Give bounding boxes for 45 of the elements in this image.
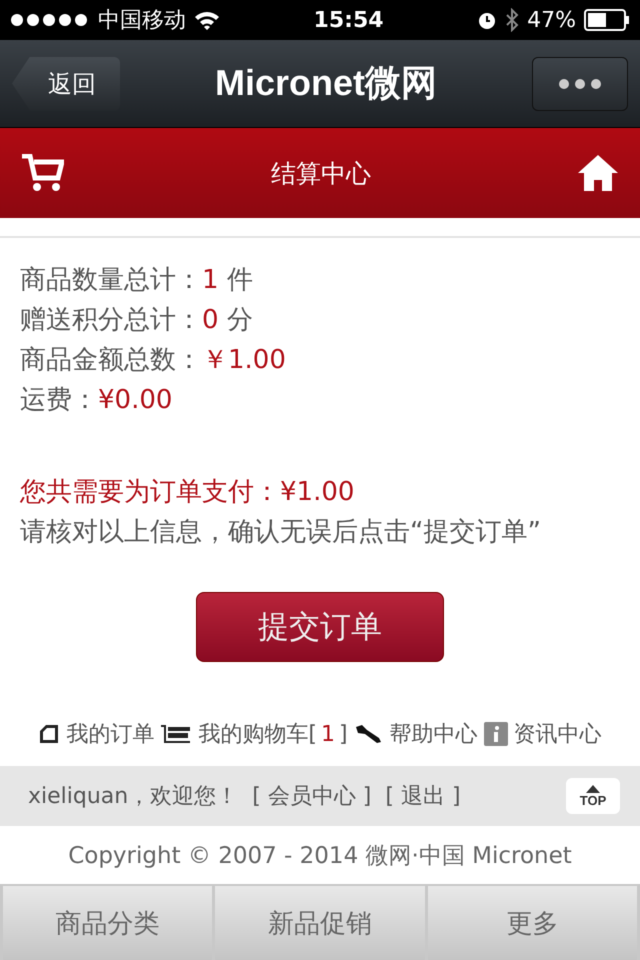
info-icon bbox=[484, 722, 508, 746]
summary-label: 商品数量总计： bbox=[20, 265, 202, 295]
footer-link[interactable]: 资讯中心 bbox=[514, 719, 602, 749]
summary-value: 0 bbox=[202, 305, 219, 335]
alarm-icon bbox=[477, 10, 498, 30]
more-button[interactable] bbox=[532, 56, 628, 110]
wrench-icon bbox=[354, 723, 384, 745]
summary-unit: 件 bbox=[226, 265, 253, 295]
footer-link[interactable]: 我的购物车[ 1 ] bbox=[198, 719, 348, 749]
clock-time: 15:54 bbox=[314, 8, 384, 32]
footer-link[interactable]: 我的订单 bbox=[66, 719, 154, 749]
welcome-text: xieliquan，欢迎您！ bbox=[28, 783, 238, 811]
home-icon[interactable] bbox=[578, 155, 618, 191]
page-title: 结算中心 bbox=[271, 158, 371, 190]
summary-value: ￥1.00 bbox=[202, 345, 286, 375]
summary-label: 赠送积分总计： bbox=[20, 305, 202, 335]
battery-percent: 47% bbox=[527, 8, 576, 32]
dots-icon bbox=[558, 78, 602, 90]
summary-label: 商品金额总数： bbox=[20, 345, 202, 375]
tab-bar-item[interactable]: 更多 bbox=[428, 886, 637, 960]
total-payable: 您共需要为订单支付：¥1.00 bbox=[20, 476, 356, 509]
signal-icon bbox=[10, 13, 90, 27]
copyright-text: Copyright © 2007 - 2014 微网·中国 Micronet bbox=[67, 842, 573, 870]
summary-value: ¥0.00 bbox=[98, 385, 172, 415]
battery-icon bbox=[584, 9, 630, 31]
wifi-icon bbox=[194, 10, 220, 30]
bluetooth-icon bbox=[505, 8, 520, 32]
cart-icon bbox=[160, 723, 192, 745]
account-link[interactable]: [ 会员中心 ] bbox=[252, 781, 372, 811]
summary-label: 运费： bbox=[20, 385, 98, 415]
app-title: Micronet微网 bbox=[214, 61, 437, 105]
submit-order-button[interactable]: 提交订单 bbox=[196, 592, 444, 662]
tab-bar-item[interactable]: 新品促销 bbox=[215, 886, 425, 960]
document-icon bbox=[38, 723, 60, 745]
account-link[interactable]: [ 退出 ] bbox=[385, 781, 461, 811]
back-button[interactable]: 返回 bbox=[12, 56, 120, 110]
cart-icon[interactable] bbox=[22, 154, 64, 192]
back-to-top-button[interactable]: TOP bbox=[566, 778, 620, 814]
summary-unit: 分 bbox=[226, 305, 253, 335]
carrier-name: 中国移动 bbox=[98, 7, 186, 35]
confirm-notice: 请核对以上信息，确认无误后点击“提交订单” bbox=[20, 516, 542, 549]
tab-bar-item[interactable]: 商品分类 bbox=[3, 886, 212, 960]
up-arrow-icon bbox=[586, 784, 600, 792]
summary-value: 1 bbox=[202, 265, 219, 295]
footer-link[interactable]: 帮助中心 bbox=[390, 719, 478, 749]
